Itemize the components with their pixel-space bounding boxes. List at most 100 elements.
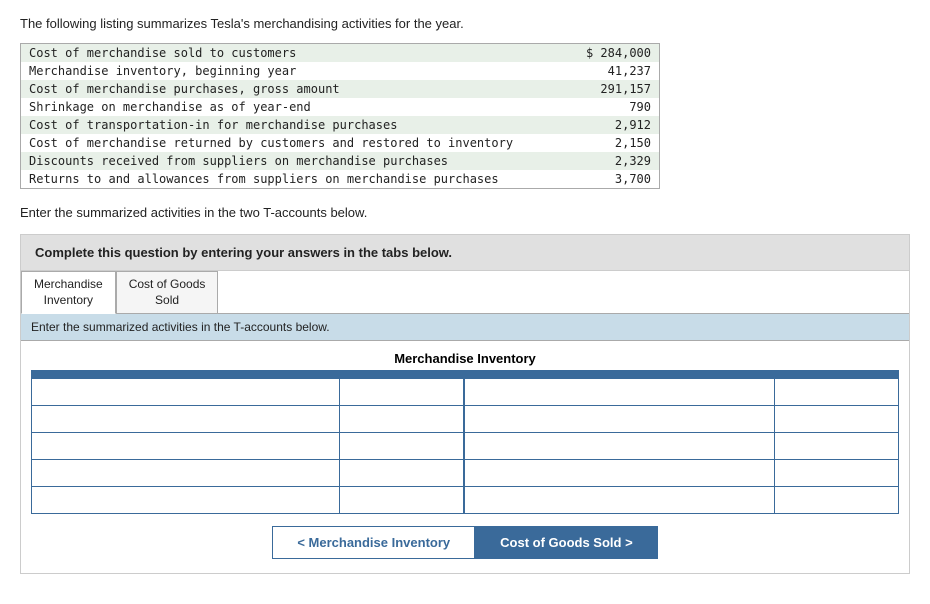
- right-amt-input-4[interactable]: [775, 460, 898, 486]
- table-row: [32, 487, 898, 513]
- t-account-wrapper: [31, 370, 899, 514]
- t-account-header-row: [32, 371, 898, 379]
- right-desc-2: [465, 406, 775, 432]
- prev-button[interactable]: < Merchandise Inventory: [272, 526, 475, 559]
- right-amt-1: [775, 379, 898, 405]
- t-account-title: Merchandise Inventory: [31, 351, 899, 366]
- tab-instruction: Enter the summarized activities in the T…: [21, 314, 909, 341]
- row-label: Cost of merchandise purchases, gross amo…: [21, 80, 554, 98]
- table-row: [32, 406, 898, 433]
- right-amt-input-1[interactable]: [775, 379, 898, 405]
- right-amt-3: [775, 433, 898, 459]
- row-label: Shrinkage on merchandise as of year-end: [21, 98, 554, 116]
- list-item: Discounts received from suppliers on mer…: [21, 152, 660, 170]
- left-amt-2: [340, 406, 463, 432]
- row-label: Merchandise inventory, beginning year: [21, 62, 554, 80]
- left-amt-3: [340, 433, 463, 459]
- right-amt-input-2[interactable]: [775, 406, 898, 432]
- row-label: Cost of transportation-in for merchandis…: [21, 116, 554, 134]
- right-desc-input-5[interactable]: [465, 487, 774, 513]
- question-box: Complete this question by entering your …: [20, 234, 910, 271]
- row-label: Cost of merchandise sold to customers: [21, 44, 554, 63]
- left-amt-input-5[interactable]: [340, 487, 463, 513]
- list-item: Returns to and allowances from suppliers…: [21, 170, 660, 189]
- list-item: Shrinkage on merchandise as of year-end …: [21, 98, 660, 116]
- left-desc-4: [32, 460, 340, 486]
- table-row: [32, 460, 898, 487]
- list-item: Merchandise inventory, beginning year 41…: [21, 62, 660, 80]
- right-half: [465, 433, 898, 459]
- right-desc-1: [465, 379, 775, 405]
- t-account-area: Merchandise Inventory: [21, 341, 909, 573]
- row-value: 2,912: [553, 116, 660, 134]
- right-desc-3: [465, 433, 775, 459]
- right-half: [465, 487, 898, 513]
- right-amt-input-3[interactable]: [775, 433, 898, 459]
- right-amt-4: [775, 460, 898, 486]
- left-amt-input-2[interactable]: [340, 406, 463, 432]
- left-half: [32, 433, 465, 459]
- list-item: Cost of merchandise sold to customers $ …: [21, 44, 660, 63]
- left-desc-input-3[interactable]: [32, 433, 339, 459]
- t-account-header-right: [465, 371, 898, 377]
- left-half: [32, 406, 465, 432]
- right-desc-input-3[interactable]: [465, 433, 774, 459]
- left-amt-input-1[interactable]: [340, 379, 463, 405]
- right-desc-input-1[interactable]: [465, 379, 774, 405]
- left-desc-input-4[interactable]: [32, 460, 339, 486]
- right-desc-5: [465, 487, 775, 513]
- tab-merchandise-inventory[interactable]: Merchandise Inventory: [21, 271, 116, 314]
- left-amt-5: [340, 487, 463, 513]
- row-value: $ 284,000: [553, 44, 660, 63]
- left-amt-1: [340, 379, 463, 405]
- right-amt-2: [775, 406, 898, 432]
- left-half: [32, 460, 465, 486]
- left-half: [32, 379, 465, 405]
- right-desc-input-2[interactable]: [465, 406, 774, 432]
- right-amt-input-5[interactable]: [775, 487, 898, 513]
- tabs-container: Merchandise Inventory Cost of Goods Sold…: [20, 271, 910, 574]
- left-desc-input-5[interactable]: [32, 487, 339, 513]
- row-label: Discounts received from suppliers on mer…: [21, 152, 554, 170]
- nav-buttons: < Merchandise Inventory Cost of Goods So…: [31, 526, 899, 559]
- question-box-text: Complete this question by entering your …: [35, 245, 452, 260]
- tabs-row: Merchandise Inventory Cost of Goods Sold: [21, 271, 909, 314]
- data-table: Cost of merchandise sold to customers $ …: [20, 43, 660, 189]
- left-amt-input-4[interactable]: [340, 460, 463, 486]
- right-desc-input-4[interactable]: [465, 460, 774, 486]
- table-row: [32, 379, 898, 406]
- row-value: 3,700: [553, 170, 660, 189]
- right-half: [465, 379, 898, 405]
- right-amt-5: [775, 487, 898, 513]
- row-value: 291,157: [553, 80, 660, 98]
- list-item: Cost of transportation-in for merchandis…: [21, 116, 660, 134]
- left-desc-5: [32, 487, 340, 513]
- tab-line2: Inventory: [34, 293, 103, 309]
- left-desc-1: [32, 379, 340, 405]
- right-half: [465, 460, 898, 486]
- row-value: 2,150: [553, 134, 660, 152]
- left-amt-input-3[interactable]: [340, 433, 463, 459]
- right-half: [465, 406, 898, 432]
- next-button[interactable]: Cost of Goods Sold >: [475, 526, 658, 559]
- row-value: 41,237: [553, 62, 660, 80]
- tab-cogs-line2: Sold: [129, 293, 206, 309]
- left-desc-3: [32, 433, 340, 459]
- tab-line1: Merchandise: [34, 277, 103, 293]
- t-account-header-left: [32, 371, 465, 377]
- table-row: [32, 433, 898, 460]
- right-desc-4: [465, 460, 775, 486]
- row-label: Returns to and allowances from suppliers…: [21, 170, 554, 189]
- row-value: 2,329: [553, 152, 660, 170]
- left-half: [32, 487, 465, 513]
- tab-cogs-line1: Cost of Goods: [129, 277, 206, 293]
- left-desc-input-1[interactable]: [32, 379, 339, 405]
- left-desc-2: [32, 406, 340, 432]
- enter-instructions: Enter the summarized activities in the t…: [20, 205, 910, 220]
- row-value: 790: [553, 98, 660, 116]
- intro-text: The following listing summarizes Tesla's…: [20, 16, 910, 31]
- tab-cost-of-goods-sold[interactable]: Cost of Goods Sold: [116, 271, 219, 313]
- left-desc-input-2[interactable]: [32, 406, 339, 432]
- left-amt-4: [340, 460, 463, 486]
- list-item: Cost of merchandise purchases, gross amo…: [21, 80, 660, 98]
